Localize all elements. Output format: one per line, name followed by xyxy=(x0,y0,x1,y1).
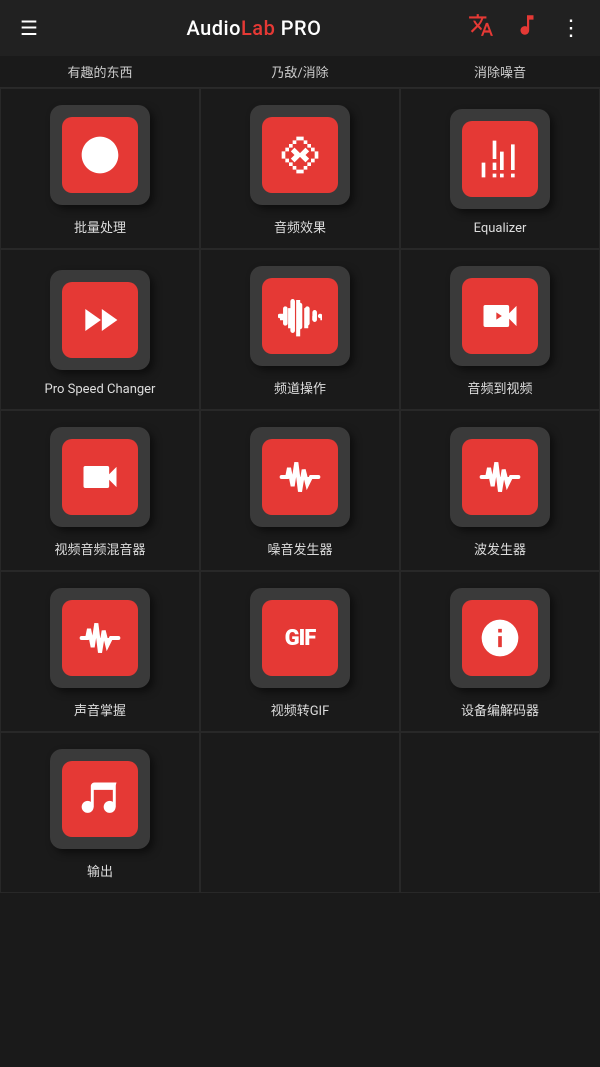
grid-item-speed[interactable]: Pro Speed Changer xyxy=(0,249,200,410)
video-camera-icon xyxy=(478,294,522,338)
icon-card-wave-gen xyxy=(450,427,550,527)
waveform-icon xyxy=(278,294,322,338)
label-channel: 频道操作 xyxy=(274,378,326,397)
app-title: AudioLab PRO xyxy=(46,16,462,40)
icon-card-speed xyxy=(50,270,150,370)
grid-item-channel[interactable]: 频道操作 xyxy=(200,249,400,410)
grid-item-wave-gen[interactable]: 波发生器 xyxy=(400,410,600,571)
icon-inner-video-audio-mixer xyxy=(62,439,138,515)
icon-card-output xyxy=(50,749,150,849)
empty-cell-1 xyxy=(200,732,400,893)
music-add-icon xyxy=(78,133,122,177)
grid-item-output[interactable]: 输出 xyxy=(0,732,200,893)
music-output-icon xyxy=(78,777,122,821)
label-video-gif: 视频转GIF xyxy=(271,700,330,719)
icon-card-video-gif: GIF xyxy=(250,588,350,688)
grid-item-effects[interactable]: 音频效果 xyxy=(200,88,400,249)
empty-cell-2 xyxy=(400,732,600,893)
icon-inner-noise-gen xyxy=(262,439,338,515)
icon-inner-equalizer xyxy=(462,121,538,197)
grid-item-batch[interactable]: 批量处理 xyxy=(0,88,200,249)
icon-inner-speed xyxy=(62,282,138,358)
music-icon[interactable] xyxy=(508,6,546,50)
gif-text: GIF xyxy=(285,626,316,651)
grid-item-video-gif[interactable]: GIF 视频转GIF xyxy=(200,571,400,732)
icon-inner-audio-video xyxy=(462,278,538,354)
grid-item-sound-grab[interactable]: 声音掌握 xyxy=(0,571,200,732)
label-noise-gen: 噪音发生器 xyxy=(267,539,332,558)
label-video-audio-mixer: 视频音频混音器 xyxy=(54,539,145,558)
icon-card-audio-video xyxy=(450,266,550,366)
label-audio-video: 音频到视频 xyxy=(467,378,532,397)
icon-inner-output xyxy=(62,761,138,837)
label-output: 输出 xyxy=(87,861,113,880)
grid-item-audio-video[interactable]: 音频到视频 xyxy=(400,249,600,410)
app-header: ☰ AudioLab PRO ⋮ xyxy=(0,0,600,56)
icon-card-channel xyxy=(250,266,350,366)
info-icon xyxy=(478,616,522,660)
fast-forward-icon xyxy=(78,298,122,342)
icon-inner-channel xyxy=(262,278,338,354)
icon-inner-decoder xyxy=(462,600,538,676)
last-row: 输出 xyxy=(0,732,600,893)
menu-icon[interactable]: ☰ xyxy=(12,8,46,48)
icon-card-equalizer xyxy=(450,109,550,209)
waveform3-icon xyxy=(478,455,522,499)
icon-inner-effects xyxy=(262,117,338,193)
more-icon[interactable]: ⋮ xyxy=(554,10,588,47)
icon-inner-batch xyxy=(62,117,138,193)
partial-cell-3: 消除噪音 xyxy=(400,56,600,88)
header-action-icons: ⋮ xyxy=(462,6,588,50)
video-music-icon xyxy=(78,455,122,499)
icon-card-video-audio-mixer xyxy=(50,427,150,527)
icon-card-sound-grab xyxy=(50,588,150,688)
label-decoder: 设备编解码器 xyxy=(461,700,539,719)
label-batch: 批量处理 xyxy=(74,217,126,236)
translate-icon[interactable] xyxy=(462,6,500,50)
title-lab: Lab xyxy=(241,16,281,40)
label-speed: Pro Speed Changer xyxy=(45,382,156,397)
partial-cell-2: 乃敌/消除 xyxy=(200,56,400,88)
icon-card-batch xyxy=(50,105,150,205)
grid-item-equalizer[interactable]: Equalizer xyxy=(400,88,600,249)
icon-inner-video-gif: GIF xyxy=(262,600,338,676)
title-pro: PRO xyxy=(281,16,322,40)
icon-inner-sound-grab xyxy=(62,600,138,676)
grid-item-noise-gen[interactable]: 噪音发生器 xyxy=(200,410,400,571)
icon-card-noise-gen xyxy=(250,427,350,527)
equalizer-icon xyxy=(478,137,522,181)
waveform2-icon xyxy=(278,455,322,499)
grid-item-decoder[interactable]: 设备编解码器 xyxy=(400,571,600,732)
icon-inner-wave-gen xyxy=(462,439,538,515)
label-sound-grab: 声音掌握 xyxy=(74,700,126,719)
icon-card-effects xyxy=(250,105,350,205)
feature-grid: 批量处理 音频效果 Equalizer xyxy=(0,88,600,732)
label-equalizer: Equalizer xyxy=(474,221,527,236)
label-effects: 音频效果 xyxy=(274,217,326,236)
partial-top-row: 有趣的东西 乃敌/消除 消除噪音 xyxy=(0,56,600,88)
icon-card-decoder xyxy=(450,588,550,688)
label-wave-gen: 波发生器 xyxy=(474,539,526,558)
grid-item-video-audio-mixer[interactable]: 视频音频混音器 xyxy=(0,410,200,571)
waveform4-icon xyxy=(78,616,122,660)
partial-cell-1: 有趣的东西 xyxy=(0,56,200,88)
music-x-icon xyxy=(278,133,322,177)
